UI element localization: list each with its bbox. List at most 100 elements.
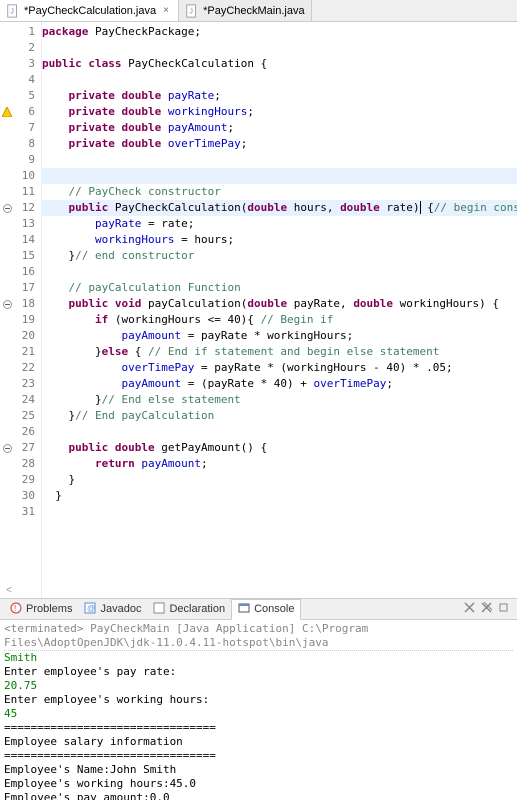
code-line[interactable]: public void payCalculation(double payRat… bbox=[42, 296, 517, 312]
gutter-marker bbox=[0, 88, 14, 104]
tab-javadoc[interactable]: @ Javadoc bbox=[78, 600, 147, 619]
problems-icon: ! bbox=[10, 602, 22, 617]
remove-launch-icon[interactable] bbox=[464, 602, 475, 616]
line-number: 31 bbox=[14, 504, 41, 520]
line-number: 8 bbox=[14, 136, 41, 152]
code-line[interactable]: private double payRate; bbox=[42, 88, 517, 104]
code-line[interactable]: package PayCheckPackage; bbox=[42, 24, 517, 40]
svg-text:!: ! bbox=[14, 604, 16, 613]
java-file-icon: J bbox=[6, 4, 20, 18]
code-line[interactable]: } bbox=[42, 488, 517, 504]
code-line[interactable]: }else { // End if statement and begin el… bbox=[42, 344, 517, 360]
line-number: 23 bbox=[14, 376, 41, 392]
code-area[interactable]: package PayCheckPackage; public class Pa… bbox=[42, 22, 517, 598]
console-icon bbox=[238, 602, 250, 617]
code-line[interactable]: private double workingHours; bbox=[42, 104, 517, 120]
tab-declaration[interactable]: Declaration bbox=[147, 600, 231, 619]
gutter-marker bbox=[0, 312, 14, 328]
code-line[interactable]: // PayCheck constructor bbox=[42, 184, 517, 200]
code-line[interactable] bbox=[42, 40, 517, 56]
code-line[interactable]: private double payAmount; bbox=[42, 120, 517, 136]
code-line[interactable]: if (workingHours <= 40){ // Begin if bbox=[42, 312, 517, 328]
tab-paycheckmain[interactable]: J *PayCheckMain.java bbox=[179, 0, 312, 21]
code-line[interactable]: return payAmount; bbox=[42, 456, 517, 472]
code-line[interactable]: overTimePay = payRate * (workingHours - … bbox=[42, 360, 517, 376]
code-line[interactable]: workingHours = hours; bbox=[42, 232, 517, 248]
code-editor[interactable]: 1234567891011121314151617181920212223242… bbox=[0, 22, 517, 598]
tab-paycheckcalculation[interactable]: J *PayCheckCalculation.java × bbox=[0, 0, 179, 21]
console-line: Employee's pay amount:0.0 bbox=[4, 791, 513, 800]
line-number: 15 bbox=[14, 248, 41, 264]
line-number: 14 bbox=[14, 232, 41, 248]
code-line[interactable] bbox=[42, 504, 517, 520]
tab-label: Javadoc bbox=[100, 603, 141, 615]
gutter-marker bbox=[0, 216, 14, 232]
remove-all-icon[interactable] bbox=[481, 602, 492, 616]
line-number: 10 bbox=[14, 168, 41, 184]
svg-text:J: J bbox=[189, 8, 193, 15]
code-line[interactable] bbox=[42, 152, 517, 168]
line-number: 24 bbox=[14, 392, 41, 408]
line-number: 6 bbox=[14, 104, 41, 120]
gutter-marker bbox=[0, 264, 14, 280]
marker-column bbox=[0, 22, 14, 598]
tab-label: Declaration bbox=[169, 603, 225, 615]
tab-label: Problems bbox=[26, 603, 72, 615]
svg-text:J: J bbox=[10, 8, 14, 15]
line-number: 21 bbox=[14, 344, 41, 360]
svg-text:@: @ bbox=[87, 604, 95, 613]
gutter-marker bbox=[0, 136, 14, 152]
tab-problems[interactable]: ! Problems bbox=[4, 600, 78, 619]
line-number: 2 bbox=[14, 40, 41, 56]
tab-label: Console bbox=[254, 603, 294, 615]
line-number: 1 bbox=[14, 24, 41, 40]
close-icon[interactable]: × bbox=[160, 5, 172, 17]
pin-console-icon[interactable] bbox=[498, 602, 509, 616]
code-line[interactable]: }// End payCalculation bbox=[42, 408, 517, 424]
code-line[interactable]: private double overTimePay; bbox=[42, 136, 517, 152]
line-number: 22 bbox=[14, 360, 41, 376]
line-number: 17 bbox=[14, 280, 41, 296]
line-number: 20 bbox=[14, 328, 41, 344]
code-line[interactable]: } bbox=[42, 472, 517, 488]
fold-icon[interactable] bbox=[0, 296, 14, 312]
code-line[interactable] bbox=[42, 424, 517, 440]
fold-icon[interactable] bbox=[0, 440, 14, 456]
gutter-marker bbox=[0, 328, 14, 344]
code-line[interactable]: payRate = rate; bbox=[42, 216, 517, 232]
gutter-marker bbox=[0, 72, 14, 88]
console-line: ================================ bbox=[4, 749, 513, 763]
code-line[interactable]: // payCalculation Function bbox=[42, 280, 517, 296]
console-output[interactable]: <terminated> PayCheckMain [Java Applicat… bbox=[0, 620, 517, 800]
code-line[interactable]: public class PayCheckCalculation { bbox=[42, 56, 517, 72]
editor-tabs: J *PayCheckCalculation.java × J *PayChec… bbox=[0, 0, 517, 22]
line-number: 25 bbox=[14, 408, 41, 424]
scroll-left-icon[interactable]: < bbox=[6, 585, 12, 596]
code-line[interactable]: payAmount = (payRate * 40) + overTimePay… bbox=[42, 376, 517, 392]
console-toolbar bbox=[464, 602, 513, 616]
gutter-marker bbox=[0, 344, 14, 360]
bottom-view-tabs: ! Problems @ Javadoc Declaration Console bbox=[0, 598, 517, 620]
code-line[interactable] bbox=[42, 72, 517, 88]
line-number: 4 bbox=[14, 72, 41, 88]
gutter-marker bbox=[0, 456, 14, 472]
code-line[interactable]: payAmount = payRate * workingHours; bbox=[42, 328, 517, 344]
gutter-marker bbox=[0, 248, 14, 264]
fold-icon[interactable] bbox=[0, 200, 14, 216]
code-line[interactable]: public double getPayAmount() { bbox=[42, 440, 517, 456]
line-number: 9 bbox=[14, 152, 41, 168]
line-number: 29 bbox=[14, 472, 41, 488]
code-line[interactable]: public PayCheckCalculation(double hours,… bbox=[42, 200, 517, 216]
code-line[interactable]: }// end constructor bbox=[42, 248, 517, 264]
line-number: 28 bbox=[14, 456, 41, 472]
line-number: 19 bbox=[14, 312, 41, 328]
gutter-marker bbox=[0, 120, 14, 136]
code-line[interactable] bbox=[42, 264, 517, 280]
tab-label: *PayCheckCalculation.java bbox=[24, 5, 156, 17]
gutter-marker bbox=[0, 24, 14, 40]
code-line[interactable] bbox=[42, 168, 517, 184]
warning-icon bbox=[0, 104, 14, 120]
console-line: Employee's Name:John Smith bbox=[4, 763, 513, 777]
code-line[interactable]: }// End else statement bbox=[42, 392, 517, 408]
tab-console[interactable]: Console bbox=[231, 599, 301, 620]
